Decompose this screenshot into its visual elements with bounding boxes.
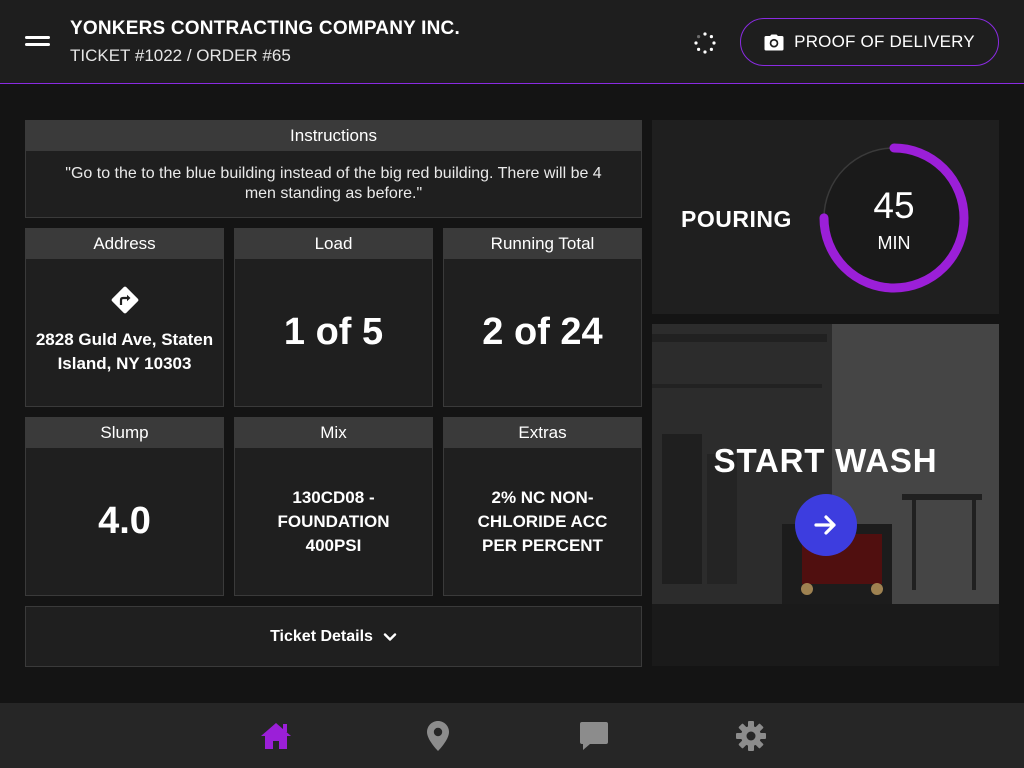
- extras-value: 2% NC NON- CHLORIDE ACC PER PERCENT: [478, 486, 608, 558]
- loading-spinner-icon: [694, 32, 716, 54]
- extras-card: Extras 2% NC NON- CHLORIDE ACC PER PERCE…: [443, 417, 642, 596]
- start-wash-arrow-button[interactable]: [795, 494, 857, 556]
- mix-line-2: FOUNDATION: [277, 511, 390, 531]
- mix-line-1: 130CD08 -: [292, 487, 375, 507]
- home-icon: [261, 723, 291, 749]
- bottom-navigation: [0, 703, 1024, 768]
- extras-line-2: CHLORIDE ACC: [477, 511, 608, 531]
- address-line-2: Island, NY 10303: [57, 353, 192, 373]
- slump-value: 4.0: [98, 500, 151, 542]
- proof-of-delivery-label: PROOF OF DELIVERY: [794, 32, 975, 51]
- settings-icon: [736, 721, 766, 751]
- extras-line-3: PER PERCENT: [482, 535, 603, 555]
- location-icon: [427, 721, 449, 751]
- mix-title: Mix: [235, 418, 432, 448]
- nav-settings[interactable]: [733, 719, 769, 753]
- load-title: Load: [235, 229, 432, 259]
- directions-icon[interactable]: [109, 284, 141, 316]
- address-card[interactable]: Address 2828 Guld Ave, Staten Island, NY…: [25, 228, 224, 407]
- pouring-timer-card: POURING 45 MIN: [652, 120, 999, 314]
- instructions-card: Instructions "Go to the to the blue buil…: [25, 120, 642, 218]
- running-total-value: 2 of 24: [482, 311, 603, 353]
- running-total-title: Running Total: [444, 229, 641, 259]
- arrow-right-icon: [814, 515, 836, 535]
- instructions-title: Instructions: [26, 121, 641, 151]
- nav-location[interactable]: [420, 719, 456, 753]
- load-value: 1 of 5: [283, 311, 384, 353]
- slump-title: Slump: [26, 418, 223, 448]
- nav-home[interactable]: [258, 719, 294, 753]
- ticket-details-label: Ticket Details: [270, 627, 373, 645]
- nav-messages[interactable]: [576, 719, 612, 753]
- start-wash-label: START WASH: [713, 442, 938, 479]
- ticket-details-button[interactable]: Ticket Details: [25, 606, 642, 667]
- camera-icon: [764, 34, 784, 50]
- instructions-text: "Go to the to the blue building instead …: [65, 165, 602, 202]
- load-card: Load 1 of 5: [234, 228, 433, 407]
- extras-title: Extras: [444, 418, 641, 448]
- chevron-down-icon: [383, 632, 397, 641]
- mix-value: 130CD08 - FOUNDATION 400PSI: [277, 486, 389, 558]
- mix-card: Mix 130CD08 - FOUNDATION 400PSI: [234, 417, 433, 596]
- pouring-label: POURING: [681, 206, 792, 232]
- pouring-unit: MIN: [877, 233, 911, 253]
- app-header: YONKERS CONTRACTING COMPANY INC. TICKET …: [0, 0, 1024, 84]
- ticket-order-line: TICKET #1022 / ORDER #65: [70, 46, 291, 65]
- start-wash-card[interactable]: START WASH: [652, 324, 999, 666]
- message-icon: [580, 722, 608, 750]
- pouring-minutes: 45: [873, 185, 915, 226]
- address-title: Address: [26, 229, 223, 259]
- pouring-timer: 45 MIN: [816, 140, 972, 296]
- menu-icon[interactable]: [25, 35, 50, 47]
- mix-line-3: 400PSI: [305, 535, 362, 555]
- address-text: 2828 Guld Ave, Staten Island, NY 10303: [36, 328, 213, 376]
- extras-line-1: 2% NC NON-: [491, 487, 594, 507]
- address-line-1: 2828 Guld Ave, Staten: [35, 329, 214, 349]
- slump-card: Slump 4.0: [25, 417, 224, 596]
- proof-of-delivery-button[interactable]: PROOF OF DELIVERY: [740, 18, 999, 66]
- running-total-card: Running Total 2 of 24: [443, 228, 642, 407]
- company-name: YONKERS CONTRACTING COMPANY INC.: [70, 18, 460, 39]
